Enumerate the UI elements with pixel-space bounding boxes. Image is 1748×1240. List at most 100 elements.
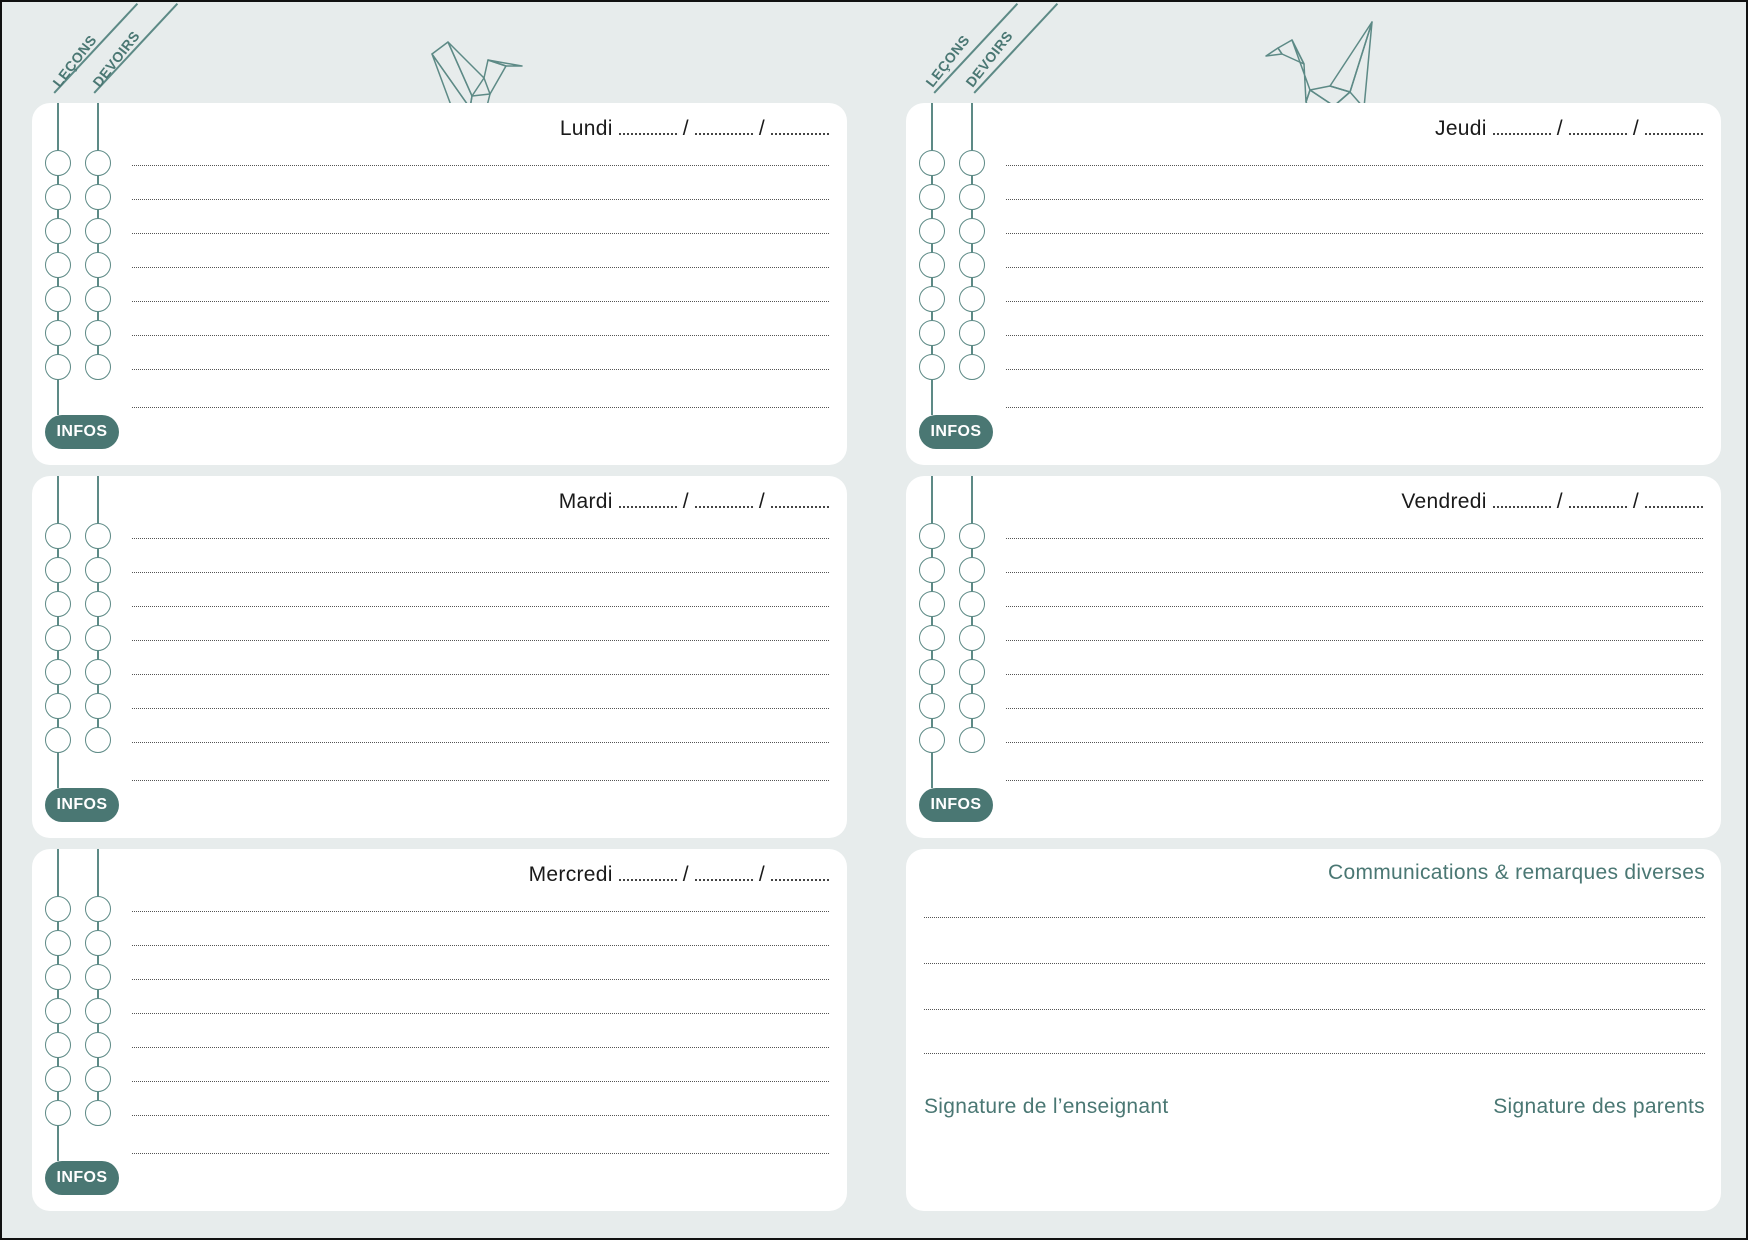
writing-line[interactable] [132, 407, 829, 408]
homework-checkbox[interactable] [85, 354, 111, 380]
lesson-checkbox[interactable] [45, 1066, 71, 1092]
homework-checkbox[interactable] [85, 523, 111, 549]
writing-line[interactable] [132, 780, 829, 781]
homework-checkbox[interactable] [85, 1032, 111, 1058]
homework-checkbox[interactable] [85, 727, 111, 753]
homework-checkbox[interactable] [959, 252, 985, 278]
writing-line[interactable] [1006, 369, 1703, 370]
date-month-field[interactable] [1568, 129, 1627, 135]
writing-line[interactable] [924, 1009, 1705, 1010]
lesson-checkbox[interactable] [919, 659, 945, 685]
homework-checkbox[interactable] [85, 930, 111, 956]
lesson-checkbox[interactable] [919, 591, 945, 617]
infos-button[interactable]: INFOS [45, 788, 119, 822]
lesson-checkbox[interactable] [45, 150, 71, 176]
lesson-checkbox[interactable] [919, 252, 945, 278]
date-year-field[interactable] [1645, 502, 1703, 508]
lesson-checkbox[interactable] [45, 184, 71, 210]
homework-checkbox[interactable] [85, 557, 111, 583]
lesson-checkbox[interactable] [45, 557, 71, 583]
infos-button[interactable]: INFOS [919, 415, 993, 449]
writing-line[interactable] [132, 369, 829, 370]
writing-line[interactable] [132, 1013, 829, 1014]
homework-checkbox[interactable] [85, 964, 111, 990]
writing-line[interactable] [132, 538, 829, 539]
date-day-field[interactable] [1492, 502, 1551, 508]
writing-line[interactable] [1006, 640, 1703, 641]
writing-line[interactable] [132, 945, 829, 946]
infos-button[interactable]: INFOS [919, 788, 993, 822]
homework-checkbox[interactable] [959, 659, 985, 685]
writing-line[interactable] [132, 640, 829, 641]
date-year-field[interactable] [771, 875, 829, 881]
writing-line[interactable] [132, 165, 829, 166]
lesson-checkbox[interactable] [919, 286, 945, 312]
writing-line[interactable] [132, 1153, 829, 1154]
writing-line[interactable] [924, 963, 1705, 964]
lesson-checkbox[interactable] [45, 998, 71, 1024]
date-month-field[interactable] [694, 502, 753, 508]
writing-line[interactable] [1006, 572, 1703, 573]
writing-line[interactable] [1006, 538, 1703, 539]
lesson-checkbox[interactable] [45, 286, 71, 312]
homework-checkbox[interactable] [959, 557, 985, 583]
lesson-checkbox[interactable] [45, 1032, 71, 1058]
writing-line[interactable] [132, 233, 829, 234]
lesson-checkbox[interactable] [919, 184, 945, 210]
homework-checkbox[interactable] [959, 727, 985, 753]
homework-checkbox[interactable] [959, 354, 985, 380]
writing-line[interactable] [132, 742, 829, 743]
writing-line[interactable] [1006, 233, 1703, 234]
date-year-field[interactable] [771, 502, 829, 508]
lesson-checkbox[interactable] [45, 659, 71, 685]
writing-line[interactable] [132, 267, 829, 268]
lesson-checkbox[interactable] [919, 218, 945, 244]
lesson-checkbox[interactable] [45, 218, 71, 244]
homework-checkbox[interactable] [85, 150, 111, 176]
homework-checkbox[interactable] [85, 1100, 111, 1126]
homework-checkbox[interactable] [85, 591, 111, 617]
writing-line[interactable] [1006, 335, 1703, 336]
infos-button[interactable]: INFOS [45, 1161, 119, 1195]
homework-checkbox[interactable] [959, 693, 985, 719]
lesson-checkbox[interactable] [45, 1100, 71, 1126]
homework-checkbox[interactable] [85, 998, 111, 1024]
writing-line[interactable] [1006, 780, 1703, 781]
writing-line[interactable] [132, 199, 829, 200]
homework-checkbox[interactable] [959, 184, 985, 210]
writing-line[interactable] [132, 572, 829, 573]
lesson-checkbox[interactable] [919, 320, 945, 346]
homework-checkbox[interactable] [85, 896, 111, 922]
writing-line[interactable] [1006, 407, 1703, 408]
date-day-field[interactable] [1492, 129, 1551, 135]
homework-checkbox[interactable] [85, 184, 111, 210]
lesson-checkbox[interactable] [919, 557, 945, 583]
lesson-checkbox[interactable] [45, 320, 71, 346]
writing-line[interactable] [1006, 301, 1703, 302]
lesson-checkbox[interactable] [919, 150, 945, 176]
infos-button[interactable]: INFOS [45, 415, 119, 449]
homework-checkbox[interactable] [85, 252, 111, 278]
writing-line[interactable] [132, 335, 829, 336]
lesson-checkbox[interactable] [45, 354, 71, 380]
lesson-checkbox[interactable] [45, 930, 71, 956]
writing-line[interactable] [132, 708, 829, 709]
homework-checkbox[interactable] [959, 625, 985, 651]
homework-checkbox[interactable] [85, 218, 111, 244]
date-day-field[interactable] [618, 875, 677, 881]
lesson-checkbox[interactable] [45, 693, 71, 719]
lesson-checkbox[interactable] [45, 625, 71, 651]
writing-line[interactable] [1006, 267, 1703, 268]
writing-line[interactable] [132, 674, 829, 675]
writing-line[interactable] [132, 911, 829, 912]
homework-checkbox[interactable] [85, 1066, 111, 1092]
date-year-field[interactable] [771, 129, 829, 135]
lesson-checkbox[interactable] [45, 591, 71, 617]
lesson-checkbox[interactable] [919, 727, 945, 753]
date-month-field[interactable] [1568, 502, 1627, 508]
homework-checkbox[interactable] [959, 218, 985, 244]
writing-line[interactable] [132, 606, 829, 607]
homework-checkbox[interactable] [959, 320, 985, 346]
writing-line[interactable] [1006, 199, 1703, 200]
writing-line[interactable] [1006, 606, 1703, 607]
